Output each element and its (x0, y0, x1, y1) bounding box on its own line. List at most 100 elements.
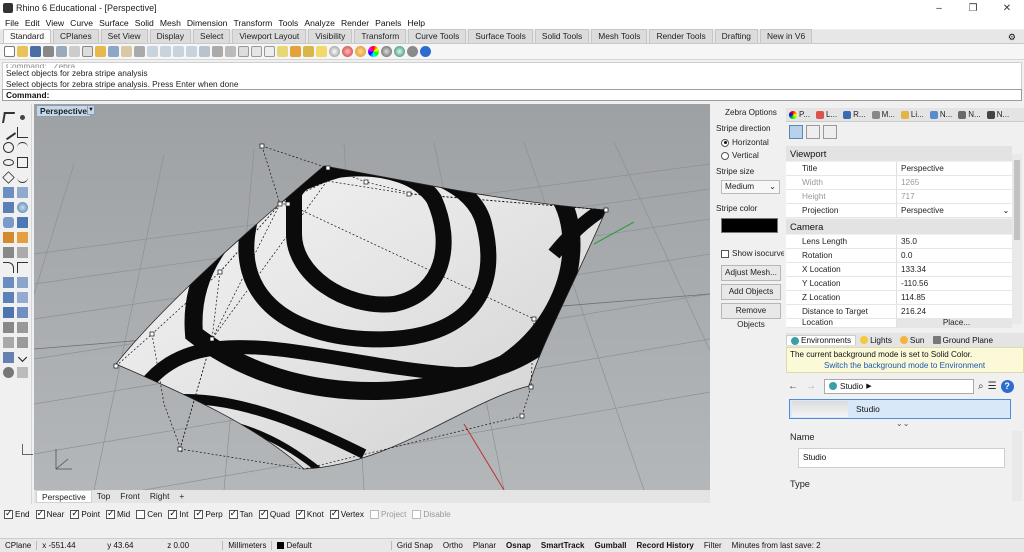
lock-icon[interactable] (303, 46, 314, 57)
shaded-sphere-icon[interactable] (329, 46, 340, 57)
tab-standard[interactable]: Standard (3, 29, 51, 43)
circle-icon[interactable] (3, 142, 14, 153)
menu-mesh[interactable]: Mesh (157, 18, 184, 28)
prop-row-y-location[interactable]: Y Location -110.56 (786, 277, 1012, 291)
add-viewport-tab-button[interactable]: + (174, 490, 189, 503)
box-icon[interactable] (3, 202, 14, 213)
zoom-icon[interactable] (147, 46, 158, 57)
prop-row-x-location[interactable]: X Location 133.34 (786, 263, 1012, 277)
status-cplane[interactable]: CPlane (0, 541, 36, 550)
osnap-tan[interactable]: Tan (228, 508, 253, 519)
tab-named-cplanes[interactable]: N... (955, 110, 983, 119)
properties-scrollbar[interactable] (1012, 154, 1022, 324)
undo-icon[interactable] (108, 46, 119, 57)
stripe-color-swatch[interactable] (721, 218, 778, 233)
import-icon[interactable] (56, 46, 67, 57)
menu-icon[interactable]: ☰ (988, 381, 997, 392)
move-icon[interactable] (212, 46, 223, 57)
tab-lights[interactable]: Lights (856, 336, 896, 345)
move-tool-icon[interactable] (3, 307, 14, 318)
ellipse-icon[interactable] (3, 159, 14, 166)
offset-icon[interactable] (17, 262, 28, 273)
prop-row-distance-to-target[interactable]: Distance to Target 216.24 (786, 305, 1012, 319)
polyline-icon[interactable] (17, 127, 28, 138)
osnap-point[interactable]: Point (70, 508, 100, 519)
camera-icon[interactable] (789, 125, 803, 139)
chevron-down-icon[interactable]: ⌄ (1000, 204, 1012, 217)
viewport-frame-icon[interactable] (806, 125, 820, 139)
status-units[interactable]: Millimeters (222, 541, 271, 550)
show-isocurves-checkbox[interactable]: Show isocurves (721, 249, 784, 258)
prop-row-z-location[interactable]: Z Location 114.85 (786, 291, 1012, 305)
tab-mesh-tools[interactable]: Mesh Tools (591, 29, 648, 43)
loft-icon[interactable] (17, 187, 28, 198)
select-arrow-icon[interactable] (2, 112, 15, 123)
menu-transform[interactable]: Transform (230, 18, 275, 28)
osnap-vertex[interactable]: Vertex (329, 508, 364, 519)
explode-icon[interactable] (17, 292, 28, 303)
boolean-icon[interactable] (17, 217, 28, 228)
arc-icon[interactable] (17, 142, 28, 153)
line-icon[interactable] (0, 124, 17, 141)
sphere-icon[interactable] (17, 202, 28, 213)
menu-curve[interactable]: Curve (67, 18, 96, 28)
zoom-selected-icon[interactable] (186, 46, 197, 57)
osnap-near[interactable]: Near (35, 508, 64, 519)
back-arrow-icon[interactable]: ← (788, 381, 798, 392)
tab-surface-tools[interactable]: Surface Tools (468, 29, 533, 43)
menu-surface[interactable]: Surface (96, 18, 132, 28)
prop-row-title[interactable]: Title Perspective (786, 162, 1012, 176)
status-layer[interactable]: Default (271, 541, 316, 550)
light-bulb-icon[interactable] (316, 46, 327, 57)
menu-file[interactable]: File (2, 18, 22, 28)
osnap-disable[interactable]: Disable (412, 510, 451, 519)
save-icon[interactable] (30, 46, 41, 57)
join-icon[interactable] (3, 292, 14, 303)
prop-row-lens-length[interactable]: Lens Length 35.0 (786, 235, 1012, 249)
tab-named-positions[interactable]: N... (984, 110, 1012, 119)
environment-breadcrumb[interactable]: Studio ▶ (824, 378, 974, 394)
tab-visibility[interactable]: Visibility (308, 29, 353, 43)
status-gumball[interactable]: Gumball (590, 541, 632, 550)
adjust-mesh-button[interactable]: Adjust Mesh... (721, 265, 781, 281)
osnap-quad[interactable]: Quad (258, 508, 290, 519)
surface-icon[interactable] (3, 187, 14, 198)
tab-named-views[interactable]: N... (927, 110, 955, 119)
mirror-icon[interactable] (17, 337, 28, 348)
forward-arrow-icon[interactable]: → (806, 381, 816, 392)
layout-tool-icon[interactable] (17, 367, 28, 378)
layer-icon[interactable] (277, 46, 288, 57)
tab-drafting[interactable]: Drafting (714, 29, 758, 43)
switch-background-link[interactable]: Switch the background mode to Environmen… (790, 360, 1020, 371)
environment-sphere-icon[interactable] (394, 46, 405, 57)
tab-materials[interactable]: M... (869, 110, 898, 119)
curve-icon[interactable] (17, 172, 28, 183)
cylinder-icon[interactable] (3, 217, 14, 228)
zoom-extents-icon[interactable] (173, 46, 184, 57)
status-osnap[interactable]: Osnap (501, 541, 536, 550)
osnap-mid[interactable]: Mid (106, 508, 130, 519)
tab-solid-tools[interactable]: Solid Tools (534, 29, 590, 43)
viewport-tab-top[interactable]: Top (92, 490, 116, 503)
menu-dimension[interactable]: Dimension (184, 18, 231, 28)
polygon-icon[interactable] (2, 171, 15, 184)
status-ortho[interactable]: Ortho (438, 541, 468, 550)
tab-layers[interactable]: L... (813, 110, 840, 119)
place-button[interactable]: Place... (896, 319, 1012, 327)
maximize-button[interactable]: ❐ (956, 3, 990, 14)
rotate-tool-icon[interactable] (3, 322, 14, 333)
vertical-radio[interactable]: Vertical (721, 151, 759, 160)
paste-icon[interactable] (95, 46, 106, 57)
tab-set-view[interactable]: Set View (100, 29, 148, 43)
select-icon[interactable] (225, 46, 236, 57)
status-smarttrack[interactable]: SmartTrack (536, 541, 590, 550)
fillet-icon[interactable] (3, 262, 14, 273)
four-views-icon[interactable] (264, 46, 275, 57)
help-icon[interactable]: ? (1000, 379, 1014, 393)
osnap-end[interactable]: End (4, 508, 30, 519)
osnap-knot[interactable]: Knot (295, 508, 324, 519)
menu-edit[interactable]: Edit (22, 18, 43, 28)
status-planar[interactable]: Planar (468, 541, 501, 550)
menu-tools[interactable]: Tools (275, 18, 301, 28)
viewport-title[interactable]: Perspective (36, 105, 92, 117)
